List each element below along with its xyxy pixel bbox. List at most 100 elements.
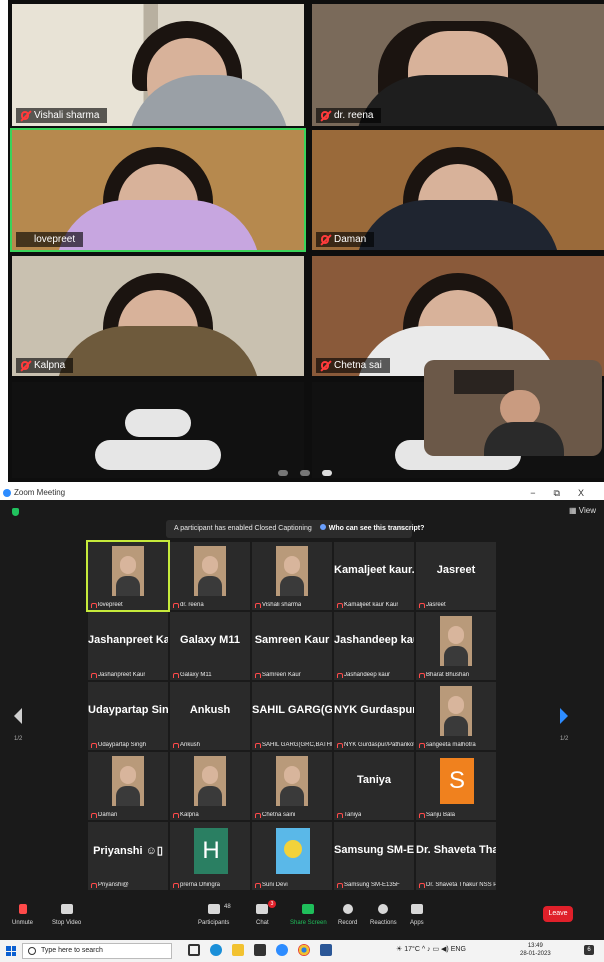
- muted-mic-icon: [21, 361, 29, 370]
- word-icon[interactable]: [320, 944, 332, 956]
- participant-name-label: Priyanshi@: [90, 882, 129, 888]
- participant-display-name: Ankush: [189, 704, 231, 716]
- apps-button[interactable]: Apps: [410, 904, 424, 926]
- leave-button[interactable]: Leave: [543, 906, 573, 922]
- participant-display-name: Jashandeep kaur: [334, 634, 414, 646]
- self-view-pip[interactable]: [424, 360, 602, 456]
- tile-name-label: Kalpna: [16, 358, 74, 373]
- minimize-button[interactable]: −: [530, 486, 535, 500]
- participant-tile[interactable]: Galaxy M11 Galaxy M11: [170, 612, 250, 680]
- participant-display-name: Samsung SM-E...: [334, 844, 414, 856]
- participant-tile[interactable]: Ankush Ankush: [170, 682, 250, 750]
- restore-button[interactable]: ⧉: [554, 486, 560, 500]
- participant-name-label: Daman: [90, 812, 117, 818]
- mobile-tile[interactable]: dr. reena: [312, 4, 604, 126]
- taskbar-search-input[interactable]: Type here to search: [22, 943, 172, 959]
- next-page-arrow-icon[interactable]: [560, 708, 568, 724]
- chrome-icon[interactable]: [298, 944, 310, 956]
- participant-tile[interactable]: dr. reena: [170, 542, 250, 610]
- participant-video: [112, 546, 144, 596]
- participant-tile[interactable]: NYK Gurdaspur... NYK Gurdaspur/Pathankot: [334, 682, 414, 750]
- tile-name-label: dr. reena: [316, 108, 382, 123]
- participant-tile[interactable]: Udaypartap Sin... Udaypartap Singh: [88, 682, 168, 750]
- participant-tile[interactable]: Jashanpreet Kaur Jashanpreet Kaur: [88, 612, 168, 680]
- participant-name-label: Galaxy M11: [172, 672, 212, 678]
- file-explorer-icon[interactable]: [232, 944, 244, 956]
- participant-name-label: Chetna saini: [254, 812, 295, 818]
- avatar-placeholder-icon: [12, 382, 304, 478]
- edge-browser-icon[interactable]: [210, 944, 222, 956]
- mobile-tile-no-video[interactable]: [12, 382, 304, 478]
- participant-name-label: Udaypartap Singh: [90, 742, 146, 748]
- tile-name-label: Daman: [316, 232, 375, 247]
- participant-tile[interactable]: Dr. Shaveta Tha... Dr. Shaveta Thakur NSS…: [416, 822, 496, 890]
- participant-name-label: Jashanpreet Kaur: [90, 672, 145, 678]
- participant-tile[interactable]: Kamaljeet kaur... Kamaljeet kaur Kaur: [334, 542, 414, 610]
- weather-temp: 17°C: [404, 946, 420, 953]
- zoom-app-icon[interactable]: [276, 944, 288, 956]
- page-indicator: [278, 470, 332, 476]
- participant-tile[interactable]: S Sanju Bala: [416, 752, 496, 820]
- mobile-tile[interactable]: Daman: [312, 130, 604, 250]
- mobile-tile[interactable]: Chetna sai: [312, 256, 604, 376]
- taskview-icon[interactable]: [188, 944, 200, 956]
- record-icon: [342, 904, 353, 914]
- share-screen-button[interactable]: Share Screen: [290, 904, 327, 926]
- record-button[interactable]: Record: [338, 904, 357, 926]
- store-icon[interactable]: [254, 944, 266, 956]
- stop-video-button[interactable]: Stop Video: [52, 904, 81, 926]
- participant-tile[interactable]: Daman: [88, 752, 168, 820]
- participant-tile[interactable]: Jasreet Jasreet: [416, 542, 496, 610]
- participant-tile[interactable]: Bharat Bhushan: [416, 612, 496, 680]
- participant-tile[interactable]: lovepreet: [86, 540, 170, 612]
- banner-link[interactable]: Who can see this transcript?: [329, 525, 425, 532]
- security-shield-icon[interactable]: [12, 508, 19, 516]
- participant-tile[interactable]: Chetna saini: [252, 752, 332, 820]
- participant-tile[interactable]: Vishali sharma: [252, 542, 332, 610]
- participant-tile[interactable]: Suni Devi: [252, 822, 332, 890]
- participant-name-label: Sanju Bala: [418, 812, 455, 818]
- muted-mic-icon: [321, 111, 329, 120]
- participant-tile[interactable]: SAHIL GARG(G... SAHIL GARG(GRC,BATHIN...: [252, 682, 332, 750]
- mobile-tile[interactable]: Kalpna: [12, 256, 304, 376]
- participant-display-name: Udaypartap Sin...: [88, 704, 168, 716]
- banner-close-button[interactable]: ×: [400, 520, 404, 538]
- participant-name-label: Samsung SM-E135F: [336, 882, 400, 888]
- participant-name-label: NYK Gurdaspur/Pathankot: [336, 742, 414, 748]
- participant-display-name: Jasreet: [436, 564, 476, 576]
- mobile-tile[interactable]: lovepreet: [10, 128, 306, 252]
- chat-button[interactable]: Chat: [256, 904, 269, 926]
- participant-tile[interactable]: Taniya Taniya: [334, 752, 414, 820]
- close-button[interactable]: X: [578, 486, 584, 500]
- participant-display-name: Taniya: [356, 774, 392, 786]
- windows-start-icon[interactable]: [6, 946, 16, 956]
- participant-name-label: Ankush: [172, 742, 200, 748]
- participant-tile[interactable]: Kalpna: [170, 752, 250, 820]
- clock[interactable]: 13:49 28-01-2023: [520, 942, 551, 958]
- participant-tile[interactable]: Jashandeep kaur Jashandeep kaur: [334, 612, 414, 680]
- participant-name-label: SAHIL GARG(GRC,BATHIN...: [254, 742, 332, 748]
- participant-tile[interactable]: sangeeta malhotra: [416, 682, 496, 750]
- unmute-button[interactable]: Unmute: [12, 904, 33, 926]
- participant-name-label: prerna Dhingra: [172, 882, 220, 888]
- participant-tile[interactable]: Samreen Kaur Samreen Kaur: [252, 612, 332, 680]
- participant-tile[interactable]: Hprerna Dhingra: [170, 822, 250, 890]
- meeting-toolbar: Unmute Stop Video Participants 48 Chat 3…: [0, 898, 604, 940]
- previous-page-arrow-icon[interactable]: [14, 708, 22, 724]
- participant-tile[interactable]: Samsung SM-E... Samsung SM-E135F: [334, 822, 414, 890]
- participant-name-label: Jashandeep kaur: [336, 672, 390, 678]
- notification-center-icon[interactable]: 6: [584, 945, 594, 955]
- participant-tile[interactable]: Priyanshi ☺▯ Priyanshi@: [88, 822, 168, 890]
- mobile-tile[interactable]: Vishali sharma: [12, 4, 304, 126]
- participant-video: [194, 546, 226, 596]
- view-button[interactable]: ▦ View: [569, 506, 596, 515]
- reactions-button[interactable]: Reactions: [370, 904, 397, 926]
- participant-name-label: Suni Devi: [254, 882, 288, 888]
- participants-count: 48: [224, 904, 231, 910]
- zoom-logo-icon: [3, 489, 11, 497]
- participant-video: [440, 686, 472, 736]
- participant-video: [440, 616, 472, 666]
- participant-video: [276, 546, 308, 596]
- language-indicator[interactable]: ENG: [451, 946, 466, 953]
- participant-name-label: Kalpna: [172, 812, 199, 818]
